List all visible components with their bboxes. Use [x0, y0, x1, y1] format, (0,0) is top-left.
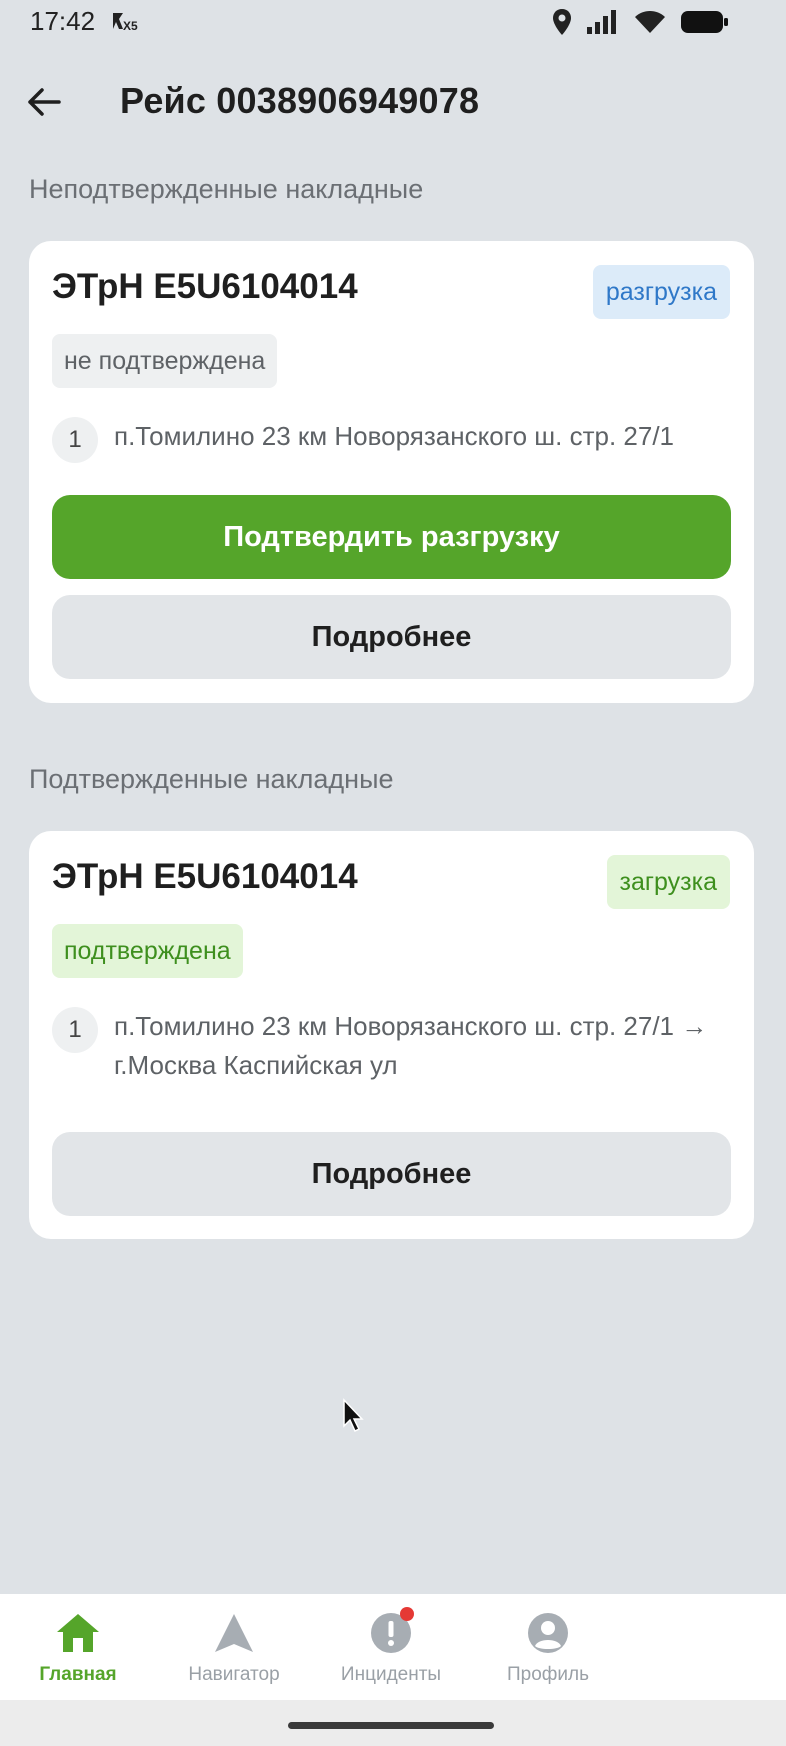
page-title: Рейс 0038906949078 — [120, 80, 480, 121]
status-bar: 17:42 X5 — [0, 0, 786, 42]
confirm-unload-button[interactable]: Подтвердить разгрузку — [52, 495, 731, 579]
system-gesture-area — [0, 1700, 786, 1746]
home-icon — [55, 1610, 101, 1656]
route-row: 1 п.Томилино 23 км Новорязанского ш. стр… — [52, 1007, 731, 1085]
details-button-confirmed[interactable]: Подробнее — [52, 1132, 731, 1216]
type-badge-unload: разгрузка — [592, 265, 730, 319]
route-row: 1 п.Томилино 23 км Новорязанского ш. стр… — [52, 417, 731, 463]
bottom-navigation: Главная Навигатор Инциденты Профиль — [0, 1594, 786, 1700]
wifi-icon — [634, 9, 666, 40]
x5-badge-text: X5 — [123, 19, 138, 32]
app-header: Рейс 0038906949078 — [0, 70, 786, 134]
profile-icon — [525, 1610, 571, 1656]
nav-item-navigator[interactable]: Навигатор — [156, 1610, 312, 1686]
nav-label: Профиль — [506, 1664, 590, 1685]
details-button-unconfirmed[interactable]: Подробнее — [52, 595, 731, 679]
status-badge-not-confirmed: не подтверждена — [52, 334, 278, 388]
route-address: п.Томилино 23 км Новорязанского ш. стр. … — [114, 421, 675, 451]
back-button[interactable] — [26, 84, 62, 120]
nav-label: Инциденты — [340, 1664, 442, 1685]
nav-label: Навигатор — [188, 1664, 280, 1685]
route-index: 1 — [52, 1007, 98, 1053]
navigation-arrow-icon — [211, 1610, 257, 1656]
nav-label: Главная — [39, 1664, 117, 1685]
status-icons — [552, 8, 730, 41]
nav-item-profile[interactable]: Профиль — [470, 1610, 626, 1686]
route-index: 1 — [52, 417, 98, 463]
mouse-cursor-icon — [342, 1398, 366, 1439]
waybill-card-unconfirmed: ЭТрН E5U6104014 разгрузка не подтвержден… — [29, 241, 754, 703]
route-address: п.Томилино 23 км Новорязанского ш. стр. … — [114, 1011, 708, 1080]
x5-app-icon: X5 — [110, 10, 142, 37]
waybill-title: ЭТрН E5U6104014 — [52, 267, 358, 306]
waybill-title: ЭТрН E5U6104014 — [52, 857, 358, 896]
nav-item-incidents[interactable]: Инциденты — [313, 1607, 469, 1686]
home-indicator[interactable] — [288, 1722, 494, 1729]
notification-dot — [400, 1607, 414, 1621]
location-icon — [552, 8, 572, 41]
waybill-card-confirmed: ЭТрН E5U6104014 загрузка подтверждена 1 … — [29, 831, 754, 1239]
battery-icon — [680, 9, 730, 40]
arrow-left-icon — [28, 88, 61, 116]
status-time: 17:42 — [30, 6, 96, 36]
type-badge-load: загрузка — [606, 855, 730, 909]
cellular-signal-icon — [586, 9, 620, 40]
alert-icon — [368, 1607, 414, 1656]
section-title-unconfirmed: Неподтвержденные накладные — [29, 174, 424, 204]
nav-item-home[interactable]: Главная — [0, 1610, 156, 1686]
section-title-confirmed: Подтвержденные накладные — [29, 764, 394, 794]
screen: 17:42 X5 Рейс 0038906949078 Неподтвержде… — [0, 0, 786, 1746]
status-badge-confirmed: подтверждена — [52, 924, 243, 978]
